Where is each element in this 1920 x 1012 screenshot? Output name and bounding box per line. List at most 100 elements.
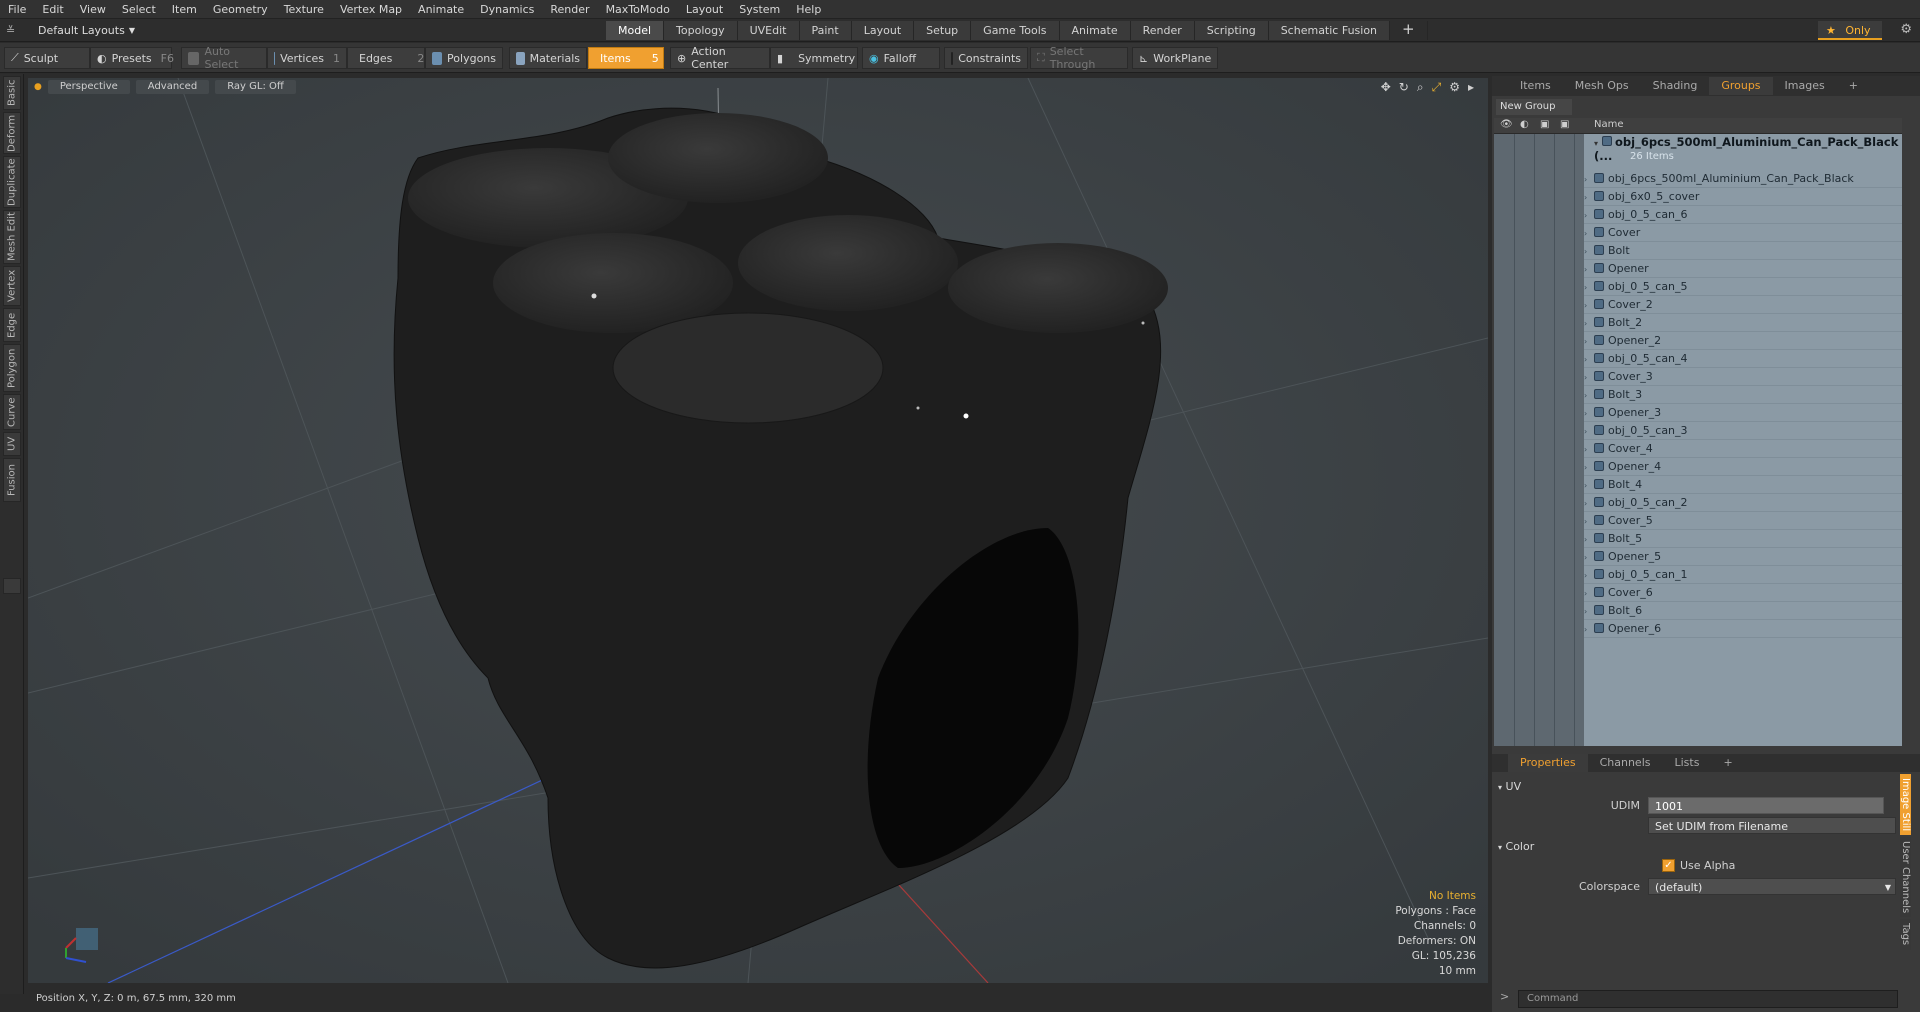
workplane-button[interactable]: ⊾ WorkPlane: [1132, 47, 1218, 69]
colorspace-select[interactable]: (default) ▼: [1648, 878, 1896, 895]
vertices-button[interactable]: Vertices 1: [267, 47, 347, 69]
expand-icon[interactable]: ▾: [1594, 139, 1598, 148]
command-input[interactable]: Command: [1518, 990, 1898, 1008]
pan-icon[interactable]: ✥: [1381, 80, 1391, 95]
viewport-menu-icon[interactable]: ●: [34, 82, 42, 92]
tab-items[interactable]: Items: [1508, 77, 1563, 95]
select-through-button[interactable]: ⛶ Select Through: [1030, 45, 1128, 71]
menu-view[interactable]: View: [72, 0, 114, 19]
materials-button[interactable]: Materials: [509, 47, 587, 69]
presets-button[interactable]: ◐ Presets F6: [90, 47, 174, 69]
constraints-button[interactable]: Constraints: [944, 47, 1028, 69]
perspective-button[interactable]: Perspective: [47, 80, 130, 94]
group-list-item[interactable]: › obj_0_5_can_6: [1584, 206, 1902, 224]
group-list-item[interactable]: › Opener_6: [1584, 620, 1902, 638]
tab-fusion[interactable]: Fusion: [3, 458, 21, 502]
menu-edit[interactable]: Edit: [34, 0, 71, 19]
group-list-item[interactable]: › obj_0_5_can_5: [1584, 278, 1902, 296]
symmetry-button[interactable]: ▮ Symmetry: [770, 47, 858, 69]
group-list-item[interactable]: › obj_0_5_can_3: [1584, 422, 1902, 440]
tab-scripting[interactable]: Scripting: [1194, 21, 1269, 40]
menu-texture[interactable]: Texture: [276, 0, 332, 19]
tab-duplicate[interactable]: Duplicate: [3, 156, 21, 208]
tab-schematic-fusion[interactable]: Schematic Fusion: [1268, 21, 1391, 40]
group-list-item[interactable]: › Cover: [1584, 224, 1902, 242]
advanced-button[interactable]: Advanced: [135, 80, 210, 94]
select-icon[interactable]: ▣: [1560, 119, 1569, 130]
sculpt-button[interactable]: ⟋ Sculpt: [4, 47, 90, 69]
render-icon[interactable]: ◐: [1520, 119, 1529, 130]
group-list-item[interactable]: › Cover_3: [1584, 368, 1902, 386]
visibility-icon[interactable]: 👁: [1500, 119, 1513, 130]
group-list-item[interactable]: › obj_6x0_5_cover: [1584, 188, 1902, 206]
group-list-item[interactable]: › Bolt: [1584, 242, 1902, 260]
tab-shading[interactable]: Shading: [1641, 77, 1710, 95]
tab-mesh-ops[interactable]: Mesh Ops: [1563, 77, 1641, 95]
tab-basic[interactable]: Basic: [3, 76, 21, 110]
menu-system[interactable]: System: [731, 0, 788, 19]
raygl-button[interactable]: Ray GL: Off: [215, 80, 296, 94]
name-column-header[interactable]: Name: [1594, 119, 1624, 130]
menu-geometry[interactable]: Geometry: [205, 0, 276, 19]
tab-image-still[interactable]: Image Still: [1900, 774, 1911, 836]
play-icon[interactable]: ▸: [1468, 80, 1474, 95]
menu-render[interactable]: Render: [542, 0, 597, 19]
group-list-item[interactable]: › obj_6pcs_500ml_Aluminium_Can_Pack_Black: [1584, 170, 1902, 188]
menu-select[interactable]: Select: [114, 0, 164, 19]
set-udim-button[interactable]: Set UDIM from Filename: [1648, 817, 1896, 834]
menu-vertex-map[interactable]: Vertex Map: [332, 0, 410, 19]
tab-curve[interactable]: Curve: [3, 394, 21, 430]
color-section[interactable]: ▾ Color: [1498, 839, 1534, 855]
add-panel-tab-button[interactable]: +: [1837, 77, 1870, 95]
use-alpha-checkbox[interactable]: ✓: [1662, 859, 1675, 872]
tab-layout[interactable]: Layout: [851, 21, 915, 40]
group-list-item[interactable]: › Bolt_4: [1584, 476, 1902, 494]
layout-dropdown[interactable]: ≚ Default Layouts ▼: [6, 22, 146, 39]
udim-field[interactable]: 1001: [1648, 797, 1884, 814]
menu-maxtomodo[interactable]: MaxToModo: [598, 0, 678, 19]
tab-mesh-edit[interactable]: Mesh Edit: [3, 210, 21, 264]
tab-uvedit[interactable]: UVEdit: [737, 21, 800, 40]
menu-layout[interactable]: Layout: [678, 0, 731, 19]
menu-file[interactable]: File: [0, 0, 34, 19]
3d-viewport[interactable]: ● Perspective Advanced Ray GL: Off ✥ ↻ ⌕…: [28, 78, 1488, 983]
tab-tags[interactable]: Tags: [1900, 919, 1911, 950]
tab-setup[interactable]: Setup: [914, 21, 972, 40]
tab-vertex[interactable]: Vertex: [3, 266, 21, 306]
falloff-button[interactable]: ◉ Falloff: [862, 47, 940, 69]
tab-lists[interactable]: Lists: [1663, 754, 1712, 772]
menu-animate[interactable]: Animate: [410, 0, 472, 19]
menu-dynamics[interactable]: Dynamics: [472, 0, 542, 19]
group-list-item[interactable]: › Cover_2: [1584, 296, 1902, 314]
tab-edge[interactable]: Edge: [3, 308, 21, 342]
tab-uv[interactable]: UV: [3, 432, 21, 456]
viewport-gear-icon[interactable]: ⚙: [1449, 80, 1460, 95]
group-list-item[interactable]: › Opener_2: [1584, 332, 1902, 350]
uv-section[interactable]: ▾ UV: [1498, 779, 1521, 795]
tab-render[interactable]: Render: [1130, 21, 1195, 40]
tab-animate[interactable]: Animate: [1059, 21, 1131, 40]
tab-model[interactable]: Model: [606, 21, 665, 40]
add-tab-button[interactable]: +: [1390, 21, 1428, 40]
add-prop-tab-button[interactable]: +: [1711, 754, 1744, 772]
rotate-icon[interactable]: ↻: [1399, 80, 1409, 95]
group-list-item[interactable]: › Cover_6: [1584, 584, 1902, 602]
gear-icon[interactable]: ⚙: [1900, 22, 1912, 37]
panel-toggle[interactable]: [3, 578, 21, 594]
items-button[interactable]: Items 5: [588, 47, 664, 69]
auto-select-button[interactable]: Auto Select: [181, 45, 267, 71]
group-list-item[interactable]: › Opener_3: [1584, 404, 1902, 422]
tab-properties[interactable]: Properties: [1508, 754, 1588, 772]
only-button[interactable]: ★ Only: [1818, 21, 1882, 40]
zoom-icon[interactable]: ⌕: [1417, 80, 1424, 95]
tab-paint[interactable]: Paint: [799, 21, 852, 40]
tab-game-tools[interactable]: Game Tools: [971, 21, 1060, 40]
tab-user-channels[interactable]: User Channels: [1900, 837, 1911, 918]
tab-topology[interactable]: Topology: [664, 21, 738, 40]
group-list-item[interactable]: › Bolt_5: [1584, 530, 1902, 548]
group-list-item[interactable]: › Opener_4: [1584, 458, 1902, 476]
edges-button[interactable]: Edges 2: [347, 47, 425, 69]
tab-deform[interactable]: Deform: [3, 112, 21, 154]
group-list-item[interactable]: › Bolt_2: [1584, 314, 1902, 332]
group-list-item[interactable]: › Bolt_3: [1584, 386, 1902, 404]
